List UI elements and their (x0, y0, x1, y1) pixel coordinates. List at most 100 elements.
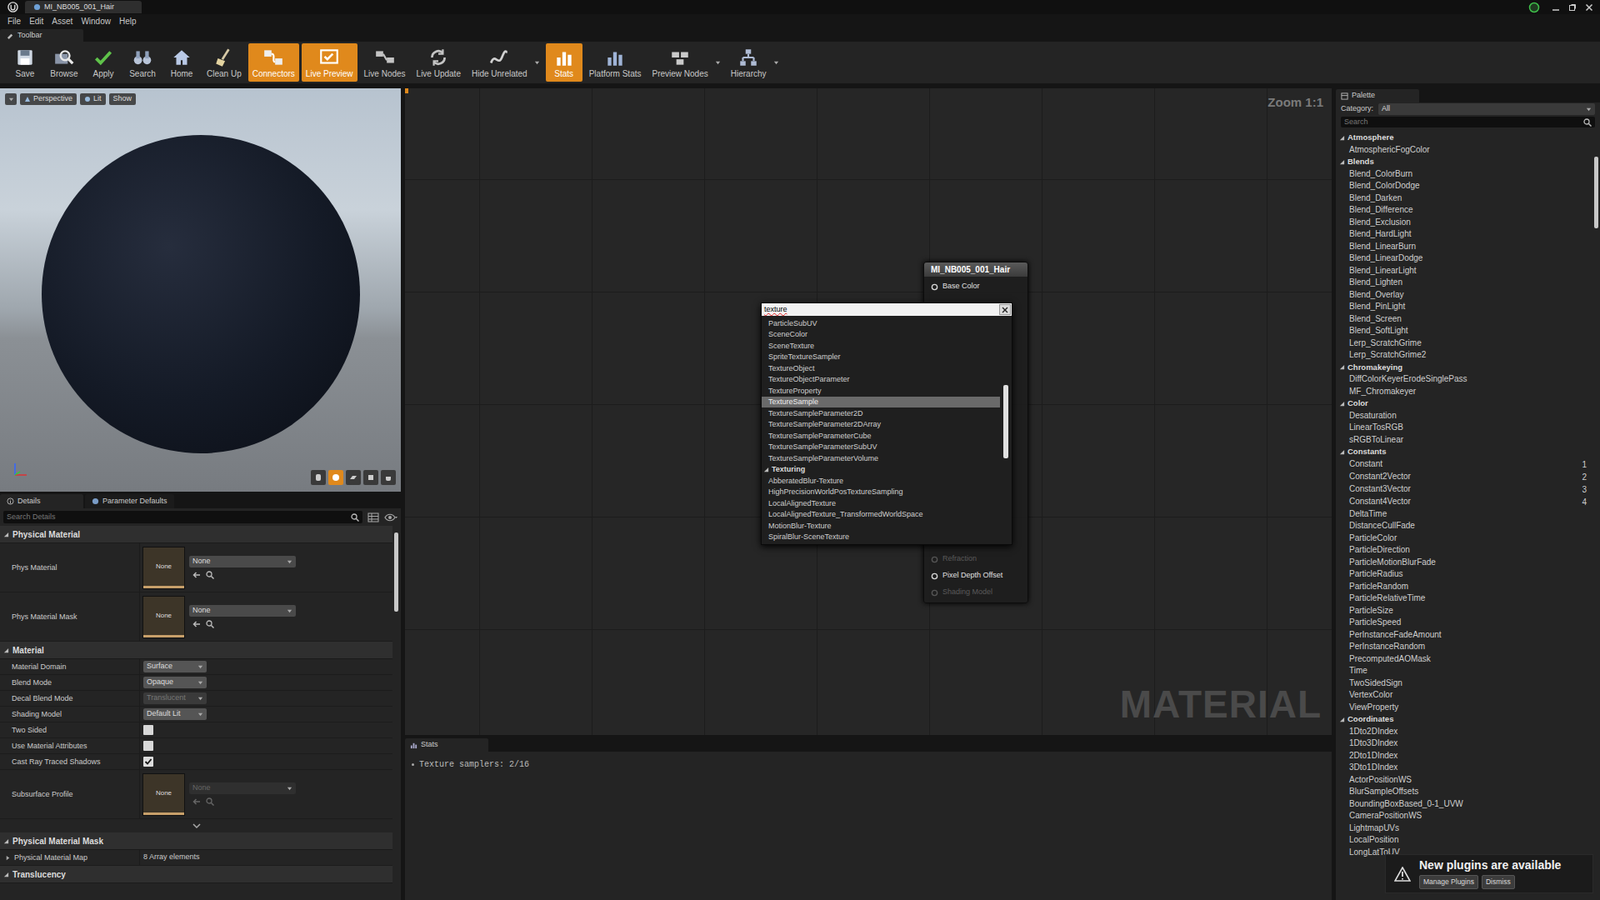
palette-item[interactable]: Blend_Exclusion (1335, 216, 1589, 230)
palette-category[interactable]: Coordinates (1335, 713, 1589, 726)
palette-item[interactable]: Blend_Darken (1335, 192, 1589, 205)
details-scrollbar-thumb[interactable] (394, 532, 399, 612)
category-dropdown[interactable]: All (1378, 103, 1595, 115)
menu-item[interactable]: MotionBlur-Texture (761, 520, 1000, 532)
toolbar-button[interactable]: Live Nodes (360, 43, 410, 82)
menu-item[interactable]: Window (76, 15, 115, 28)
palette-item[interactable]: ParticleRadius (1335, 568, 1589, 581)
palette-item[interactable]: LinearTosRGB (1335, 421, 1589, 435)
source-control-icon[interactable] (1525, 1, 1544, 14)
palette-search-field[interactable] (1340, 116, 1595, 128)
palette-item[interactable]: sRGBToLinear (1335, 434, 1589, 447)
palette-item[interactable]: Constant1 (1335, 458, 1589, 471)
palette-item[interactable]: BlurSampleOffsets (1335, 785, 1589, 799)
close-icon[interactable] (1585, 3, 1594, 12)
minimize-icon[interactable] (1551, 3, 1560, 12)
menu-item[interactable]: TextureSampleParameterVolume (761, 452, 1000, 465)
menu-item[interactable]: TextureProperty (761, 385, 1000, 397)
sphere-icon[interactable] (328, 470, 344, 485)
material-graph[interactable]: Zoom 1:1MATERIALMI_NB005_001_HairBase Co… (405, 88, 1332, 735)
palette-item[interactable]: ParticleSize (1335, 605, 1589, 618)
toolbar-button[interactable]: Connectors (248, 43, 300, 82)
menu-item[interactable]: TextureSampleParameter2DArray (761, 419, 1000, 431)
node-pin[interactable]: Base Color (924, 278, 1028, 295)
menu-category[interactable]: Texturing (761, 464, 1000, 476)
palette-item[interactable]: DiffColorKeyerErodeSinglePass (1335, 373, 1589, 386)
palette-item[interactable]: 1Dto3DIndex (1335, 737, 1589, 750)
palette-item[interactable]: Blend_ColorDodge (1335, 180, 1589, 193)
palette-item[interactable]: LightmapUVs (1335, 822, 1589, 835)
node-pin[interactable]: Pixel Depth Offset (924, 567, 1028, 585)
toolbar-tab[interactable]: Toolbar (0, 29, 84, 42)
palette-item[interactable]: ParticleRelativeTime (1335, 592, 1589, 605)
plane-icon[interactable] (345, 470, 361, 485)
palette-item[interactable]: Blend_Overlay (1335, 289, 1589, 302)
menu-item[interactable]: TextureSampleParameterSubUV (761, 441, 1000, 454)
palette-item[interactable]: Constant2Vector2 (1335, 470, 1589, 484)
palette-item[interactable]: Blend_HardLight (1335, 228, 1589, 241)
palette-item[interactable]: ParticleMotionBlurFade (1335, 556, 1589, 570)
menu-item[interactable]: AbberatedBlur-Texture (761, 475, 1000, 487)
palette-category[interactable]: Atmosphere (1335, 131, 1589, 145)
palette-item[interactable]: Blend_SoftLight (1335, 325, 1589, 338)
toolbar-button[interactable]: Hierarchy (726, 43, 771, 82)
toolbar-button[interactable]: Live Update (412, 43, 465, 82)
cylinder-icon[interactable] (310, 470, 326, 485)
viewport-show-button[interactable]: Show (109, 93, 137, 105)
advanced-expander[interactable] (0, 819, 393, 833)
palette-item[interactable]: BoundingBoxBased_0-1_UVW (1335, 798, 1589, 811)
palette-scrollbar-thumb[interactable] (1594, 156, 1599, 229)
menu-item[interactable]: Asset (47, 15, 77, 28)
toolbar-button[interactable]: Preview Nodes (647, 43, 712, 82)
menu-scroll-thumb[interactable] (1003, 385, 1009, 459)
toolbar-button[interactable]: Browse (45, 43, 83, 82)
palette-item[interactable]: PerInstanceFadeAmount (1335, 629, 1589, 642)
menu-item[interactable]: TextureObjectParameter (761, 374, 1000, 386)
palette-item[interactable]: Blend_Difference (1335, 204, 1589, 217)
toolbar-button[interactable]: Save (6, 43, 44, 82)
palette-item[interactable]: ActorPositionWS (1335, 774, 1589, 787)
dropdown-arrow-icon[interactable] (715, 60, 721, 66)
palette-item[interactable]: PrecomputedAOMask (1335, 653, 1589, 666)
restore-icon[interactable] (1568, 3, 1577, 12)
menu-item[interactable]: SpiralBlur-SceneTexture (761, 531, 1000, 544)
menu-item[interactable]: TextureSampleParameter2D (761, 407, 1000, 420)
node-pin[interactable]: Refraction (924, 550, 1028, 568)
palette-item[interactable]: 2Dto1DIndex (1335, 750, 1589, 763)
palette-item[interactable]: Blend_PinLight (1335, 300, 1589, 314)
menu-item[interactable]: Edit (25, 15, 48, 28)
palette-item[interactable]: Time (1335, 665, 1589, 678)
palette-item[interactable]: DistanceCullFade (1335, 520, 1589, 533)
palette-item[interactable]: ParticleRandom (1335, 580, 1589, 594)
dismiss-button[interactable]: Dismiss (1481, 875, 1515, 890)
toolbar-button[interactable]: Home (163, 43, 200, 82)
palette-item[interactable]: LocalPosition (1335, 834, 1589, 847)
palette-item[interactable]: ParticleColor (1335, 532, 1589, 545)
palette-item[interactable]: ViewProperty (1335, 701, 1589, 715)
palette-search-input[interactable] (1344, 116, 1584, 129)
details-checkbox[interactable] (143, 756, 154, 767)
dropdown-arrow-icon[interactable] (773, 60, 780, 66)
stats-tab[interactable]: Stats (405, 738, 489, 752)
details-section-header[interactable]: Material (0, 641, 393, 660)
toolbar-button[interactable]: Stats (545, 43, 583, 82)
viewport-options-button[interactable] (5, 93, 17, 105)
details-section-header[interactable]: Translucency (0, 865, 393, 884)
toolbar-button[interactable]: Search (124, 43, 161, 82)
property-matrix-icon[interactable] (367, 512, 380, 523)
view-options-icon[interactable] (384, 513, 398, 522)
node-pin[interactable]: Shading Model (924, 584, 1028, 601)
menu-item[interactable]: LocalAlignedTexture (761, 497, 1000, 510)
palette-item[interactable]: Lerp_ScratchGrime2 (1335, 349, 1589, 362)
menu-item[interactable]: LocalAlignedTexture_TransformedWorldSpac… (761, 509, 1000, 521)
palette-item[interactable]: DeltaTime (1335, 508, 1589, 521)
asset-dropdown[interactable]: None (189, 605, 296, 617)
palette-item[interactable]: Blend_Lighten (1335, 276, 1589, 290)
palette-item[interactable]: 1Dto2DIndex (1335, 725, 1589, 739)
toolbar-button[interactable]: Apply (85, 43, 122, 82)
palette-tab[interactable]: Palette (1335, 89, 1420, 103)
palette-item[interactable]: Blend_LinearDodge (1335, 252, 1589, 265)
details-search-field[interactable] (3, 510, 363, 524)
details-tab[interactable]: Details (0, 494, 84, 509)
palette-item[interactable]: ParticleDirection (1335, 544, 1589, 557)
